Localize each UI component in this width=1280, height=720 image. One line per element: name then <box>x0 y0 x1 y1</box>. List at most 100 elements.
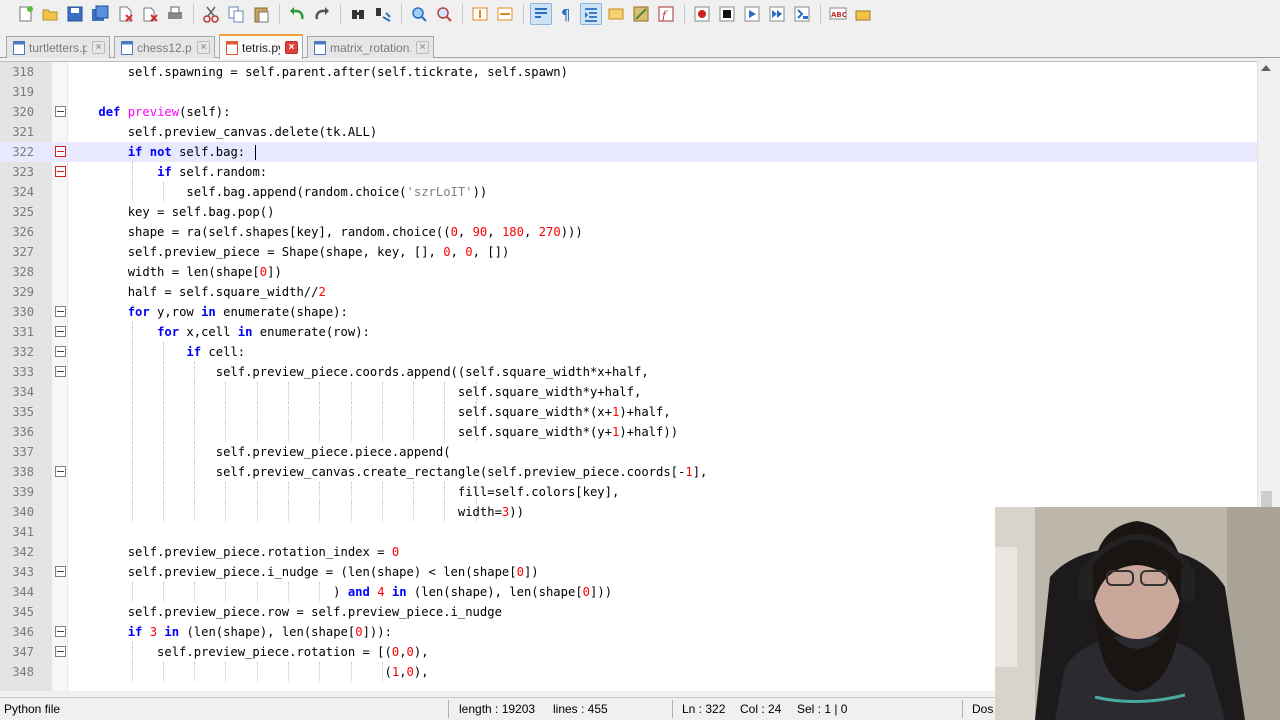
word-wrap-icon <box>535 8 547 18</box>
copy-button[interactable] <box>225 3 247 25</box>
save-all-button[interactable] <box>89 3 111 25</box>
code-text: self.preview_piece.row = self.preview_pi… <box>69 605 502 619</box>
zoom-in-button[interactable] <box>408 3 430 25</box>
code-line[interactable]: 328 width = len(shape[0]) <box>0 262 1257 282</box>
code-line[interactable]: 339 fill=self.colors[key], <box>0 482 1257 502</box>
fold-toggle-icon[interactable] <box>55 166 66 177</box>
word-wrap-button[interactable] <box>530 3 552 25</box>
close-all-button[interactable] <box>139 3 161 25</box>
code-text: self.square_width*(y+1)+half)) <box>69 425 679 439</box>
doc-map-button[interactable] <box>630 3 652 25</box>
webcam-person-image <box>995 507 1280 720</box>
sync-horizontal-button[interactable] <box>494 3 516 25</box>
line-number: 333 <box>12 365 34 379</box>
code-line[interactable]: 337 self.preview_piece.piece.append( <box>0 442 1257 462</box>
tab-close-icon[interactable]: × <box>197 41 210 54</box>
tab-chess12-py[interactable]: chess12.py × <box>114 36 215 58</box>
panel-icon <box>855 10 871 21</box>
tab-close-icon[interactable]: × <box>285 41 298 54</box>
sync-vertical-button[interactable] <box>469 3 491 25</box>
cut-button[interactable] <box>200 3 222 25</box>
code-text: fill=self.colors[key], <box>69 485 620 499</box>
stop-record-button[interactable] <box>716 3 738 25</box>
code-line[interactable]: 323 if self.random: <box>0 162 1257 182</box>
copy-icon <box>228 6 244 23</box>
code-line[interactable]: 326 shape = ra(self.shapes[key], random.… <box>0 222 1257 242</box>
code-line[interactable]: 330 for y,row in enumerate(shape): <box>0 302 1257 322</box>
tab-turtletters-py[interactable]: turtletters.py × <box>6 36 110 58</box>
run-macro-multiple-button[interactable] <box>766 3 788 25</box>
code-text: width=3)) <box>69 505 524 519</box>
fold-toggle-icon[interactable] <box>55 566 66 577</box>
paste-button[interactable] <box>250 3 272 25</box>
zoom-in-icon <box>412 7 427 22</box>
tab-close-icon[interactable]: × <box>416 41 429 54</box>
code-text: shape = ra(self.shapes[key], random.choi… <box>69 225 583 239</box>
indent-guide-button[interactable] <box>580 3 602 25</box>
show-all-chars-icon: ¶ <box>561 6 571 23</box>
run-macro-multiple-icon <box>769 6 785 22</box>
fold-toggle-icon[interactable] <box>55 106 66 117</box>
play-macro-button[interactable] <box>741 3 763 25</box>
fold-toggle-icon[interactable] <box>55 346 66 357</box>
fold-toggle-icon[interactable] <box>55 466 66 477</box>
code-text: self.square_width*(x+1)+half, <box>69 405 671 419</box>
code-line[interactable]: 320 def preview(self): <box>0 102 1257 122</box>
find-icon <box>352 10 364 19</box>
fold-toggle-icon[interactable] <box>55 326 66 337</box>
code-line[interactable]: 332 if cell: <box>0 342 1257 362</box>
line-number: 319 <box>12 85 34 99</box>
code-line[interactable]: 321 self.preview_canvas.delete(tk.ALL) <box>0 122 1257 142</box>
code-line[interactable]: 338 self.preview_canvas.create_rectangle… <box>0 462 1257 482</box>
code-line[interactable]: 322 if not self.bag: <box>0 142 1257 162</box>
code-line[interactable]: 319 <box>0 82 1257 102</box>
line-number: 339 <box>12 485 34 499</box>
code-line[interactable]: 336 self.square_width*(y+1)+half)) <box>0 422 1257 442</box>
new-file-button[interactable] <box>14 3 36 25</box>
line-number: 342 <box>12 545 34 559</box>
code-line[interactable]: 325 key = self.bag.pop() <box>0 202 1257 222</box>
close-button[interactable] <box>114 3 136 25</box>
code-line[interactable]: 329 half = self.square_width//2 <box>0 282 1257 302</box>
file-icon <box>13 40 25 55</box>
record-macro-button[interactable] <box>691 3 713 25</box>
line-number: 336 <box>12 425 34 439</box>
fold-toggle-icon[interactable] <box>55 146 66 157</box>
print-button[interactable] <box>164 3 186 25</box>
save-macro-button[interactable] <box>791 3 813 25</box>
spellcheck-button[interactable]: ABC <box>827 3 849 25</box>
code-text: ) and 4 in (len(shape), len(shape[0])) <box>69 585 613 599</box>
code-line[interactable]: 324 self.bag.append(random.choice('szrLo… <box>0 182 1257 202</box>
code-text: self.square_width*y+half, <box>69 385 642 399</box>
code-line[interactable]: 333 self.preview_piece.coords.append((se… <box>0 362 1257 382</box>
undo-button[interactable] <box>286 3 308 25</box>
code-line[interactable]: 331 for x,cell in enumerate(row): <box>0 322 1257 342</box>
tab-close-icon[interactable]: × <box>92 41 105 54</box>
code-line[interactable]: 334 self.square_width*y+half, <box>0 382 1257 402</box>
code-line[interactable]: 327 self.preview_piece = Shape(shape, ke… <box>0 242 1257 262</box>
find-button[interactable] <box>347 3 369 25</box>
tab-bar: turtletters.py×chess12.py×tetris.py×matr… <box>0 34 1280 59</box>
fold-toggle-icon[interactable] <box>55 306 66 317</box>
zoom-out-button[interactable] <box>433 3 455 25</box>
fold-toggle-icon[interactable] <box>55 626 66 637</box>
panel-button[interactable] <box>852 3 874 25</box>
user-defined-lang-button[interactable] <box>605 3 627 25</box>
replace-button[interactable] <box>372 3 394 25</box>
open-folder-button[interactable] <box>39 3 61 25</box>
tab-label: chess12.py <box>137 40 192 55</box>
sync-horizontal-icon <box>497 7 513 21</box>
tab-matrix-rotation-py[interactable]: matrix_rotation.py × <box>307 36 434 58</box>
code-text: self.preview_piece.coords.append((self.s… <box>69 365 649 379</box>
code-line[interactable]: 318 self.spawning = self.parent.after(se… <box>0 62 1257 82</box>
code-line[interactable]: 335 self.square_width*(x+1)+half, <box>0 402 1257 422</box>
scroll-up-arrow-icon[interactable] <box>1261 65 1271 71</box>
fold-toggle-icon[interactable] <box>55 646 66 657</box>
tab-tetris-py[interactable]: tetris.py × <box>219 34 303 59</box>
fold-toggle-icon[interactable] <box>55 366 66 377</box>
notepad-plus-plus-window: ¶fABC turtletters.py×chess12.py×tetris.p… <box>0 0 1280 720</box>
function-list-button[interactable]: f <box>655 3 677 25</box>
show-all-chars-button[interactable]: ¶ <box>555 3 577 25</box>
save-button[interactable] <box>64 3 86 25</box>
redo-button[interactable] <box>311 3 333 25</box>
